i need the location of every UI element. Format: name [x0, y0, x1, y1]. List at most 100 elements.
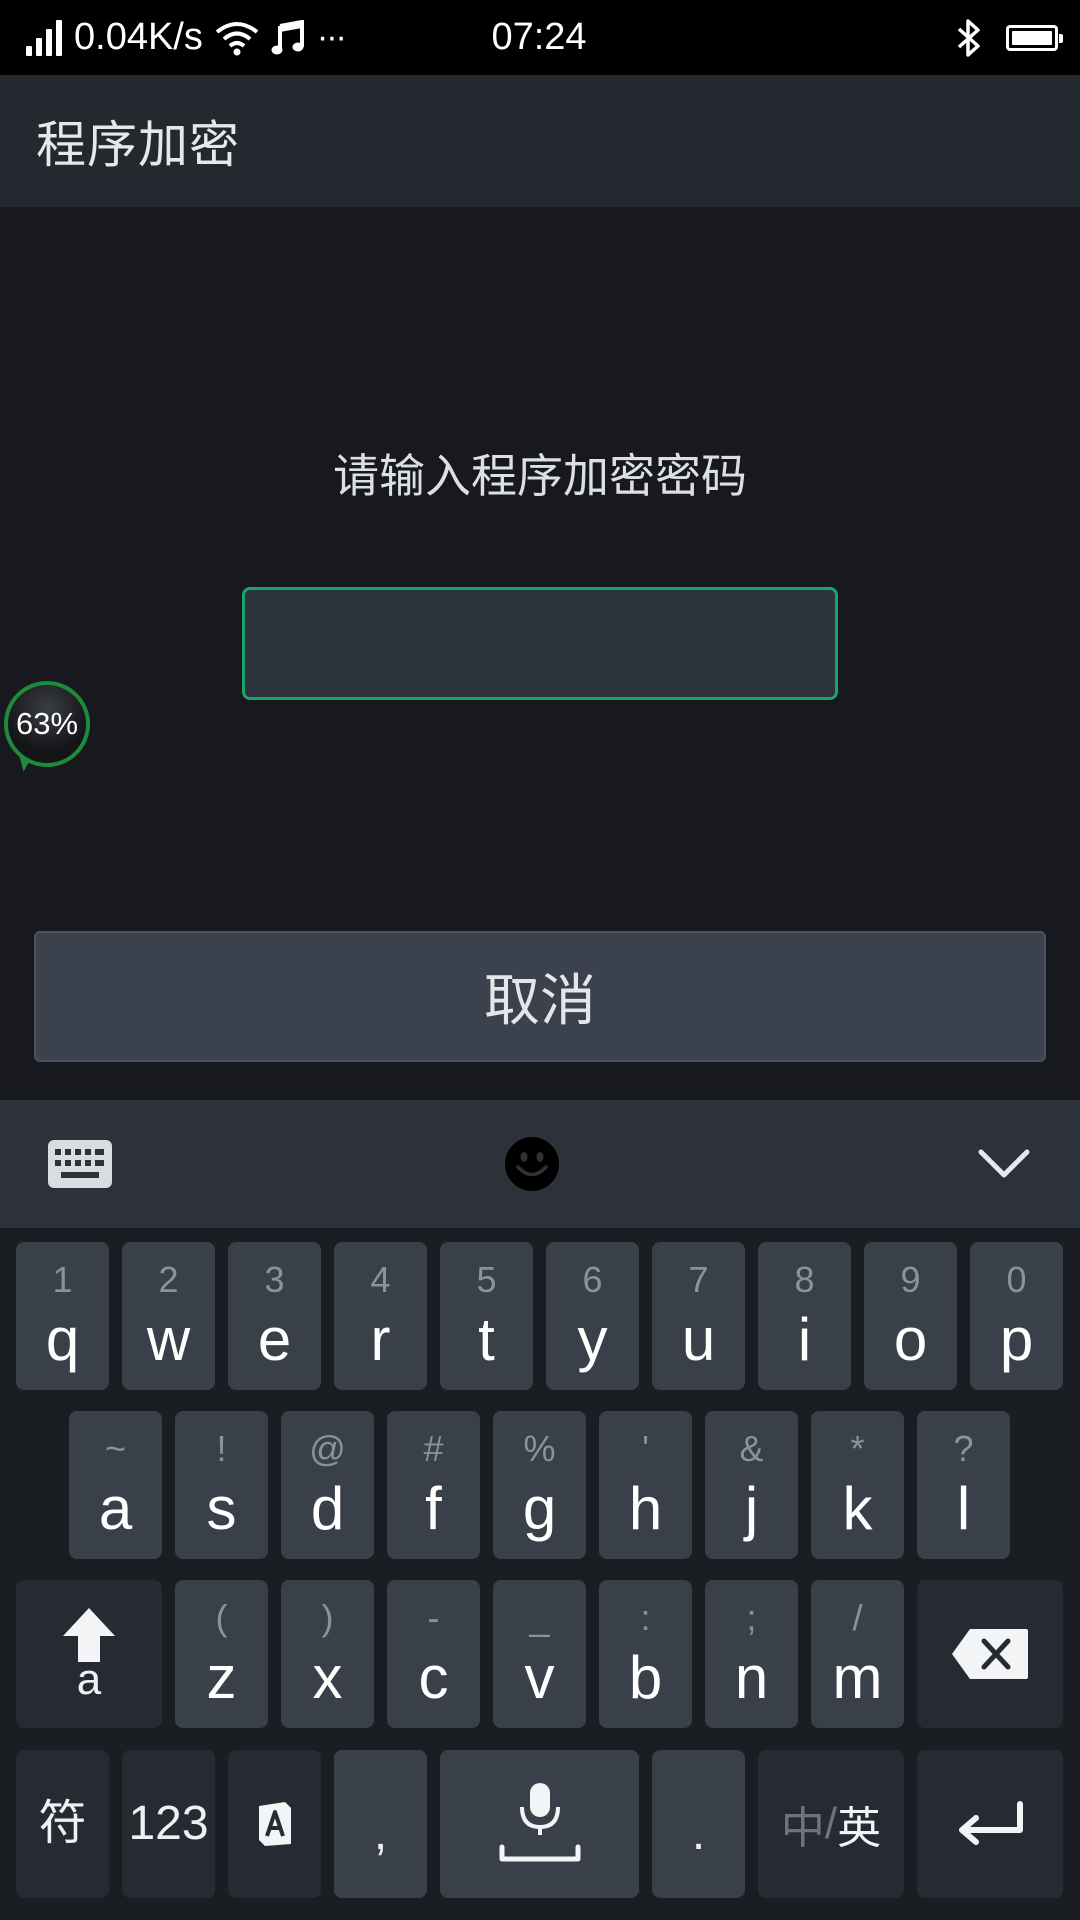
key-hint: &: [739, 1428, 764, 1469]
key-label: o: [893, 1306, 928, 1373]
bluetooth-icon: [957, 18, 980, 57]
key-hint: /: [852, 1597, 863, 1638]
key-label: d: [310, 1475, 345, 1542]
key-hint: 7: [688, 1259, 709, 1300]
key-label: f: [425, 1475, 442, 1542]
key-label: y: [577, 1306, 608, 1373]
key-hint: 9: [900, 1259, 921, 1300]
key-u[interactable]: 7u: [652, 1242, 745, 1390]
language-switch-key[interactable]: 中 / 英: [758, 1750, 904, 1898]
key-hint: *: [850, 1428, 865, 1469]
key-label: h: [628, 1475, 663, 1542]
cancel-button-label: 取消: [484, 969, 596, 1032]
key-hint: @: [309, 1428, 346, 1469]
keyboard-switch-button[interactable]: [44, 1100, 116, 1228]
period-key[interactable]: .: [652, 1750, 745, 1898]
signal-icon: [26, 19, 62, 56]
key-j[interactable]: & j: [705, 1411, 798, 1559]
key-g[interactable]: % g: [493, 1411, 586, 1559]
net-speed: 0.04K/s: [74, 16, 203, 58]
key-r[interactable]: 4r: [334, 1242, 427, 1390]
key-label: c: [418, 1644, 449, 1711]
key-label: t: [478, 1306, 495, 1373]
keyboard-toolbar: [0, 1100, 1080, 1228]
key-s[interactable]: ! s: [175, 1411, 268, 1559]
key-hint: -: [427, 1597, 440, 1638]
more-indicator: ···: [316, 18, 347, 56]
input-method-icon: [258, 1802, 291, 1846]
enter-key[interactable]: [917, 1750, 1063, 1898]
key-k[interactable]: * k: [811, 1411, 904, 1559]
key-y[interactable]: 6y: [546, 1242, 639, 1390]
key-label: i: [797, 1306, 812, 1373]
key-hint: 2: [158, 1259, 179, 1300]
key-label: l: [956, 1475, 971, 1542]
emoji-button[interactable]: [500, 1100, 564, 1228]
key-l[interactable]: ? l: [917, 1411, 1010, 1559]
key-hint: ?: [953, 1428, 974, 1469]
memory-float-ball[interactable]: 63%: [4, 681, 90, 767]
key-t[interactable]: 5t: [440, 1242, 533, 1390]
key-e[interactable]: 3e: [228, 1242, 321, 1390]
key-hint: 1: [52, 1259, 73, 1300]
key-x[interactable]: ) x: [281, 1580, 374, 1728]
key-v[interactable]: _ v: [493, 1580, 586, 1728]
comma-key[interactable]: ,: [334, 1750, 427, 1898]
symbols-key[interactable]: 符: [16, 1750, 109, 1898]
key-hint: !: [216, 1428, 227, 1469]
key-o[interactable]: 9o: [864, 1242, 957, 1390]
keyboard-icon: [48, 1140, 112, 1188]
microphone-icon: [499, 1783, 580, 1862]
key-label: a: [98, 1475, 133, 1542]
clock: 07:24: [491, 16, 587, 58]
key-label: r: [370, 1306, 391, 1373]
key-label: e: [257, 1306, 292, 1373]
key-b[interactable]: :b: [599, 1580, 692, 1728]
key-hint: 5: [476, 1259, 497, 1300]
numbers-key[interactable]: 123: [122, 1750, 215, 1898]
key-p[interactable]: 0p: [970, 1242, 1063, 1390]
memory-percent: 63%: [15, 706, 79, 741]
key-i[interactable]: 8i: [758, 1242, 851, 1390]
key-d[interactable]: @ d: [281, 1411, 374, 1559]
key-z[interactable]: (z: [175, 1580, 268, 1728]
key-hint: ;: [746, 1597, 757, 1638]
shift-key-label: a: [76, 1655, 102, 1704]
key-a[interactable]: ~ a: [69, 1411, 162, 1559]
lang-cn-label: 中: [780, 1804, 825, 1853]
enter-icon: [959, 1801, 1023, 1845]
hide-keyboard-button[interactable]: [972, 1100, 1036, 1228]
shift-key[interactable]: a: [16, 1580, 162, 1728]
key-q[interactable]: 1q: [16, 1242, 109, 1390]
key-m[interactable]: / m: [811, 1580, 904, 1728]
space-voice-key[interactable]: [440, 1750, 639, 1898]
password-input[interactable]: [242, 587, 838, 700]
key-hint: ): [321, 1597, 334, 1638]
input-method-key[interactable]: [228, 1750, 321, 1898]
password-prompt: 请输入程序加密密码: [333, 450, 747, 502]
key-n[interactable]: ; n: [705, 1580, 798, 1728]
numbers-key-label: 123: [128, 1797, 209, 1850]
key-label: p: [999, 1306, 1034, 1373]
key-w[interactable]: 2w: [122, 1242, 215, 1390]
key-label: x: [312, 1644, 343, 1711]
key-hint: ~: [104, 1428, 127, 1469]
key-hint: 6: [582, 1259, 603, 1300]
key-hint: %: [523, 1428, 556, 1469]
key-label: v: [524, 1644, 555, 1711]
key-hint: (: [215, 1597, 228, 1638]
key-h[interactable]: ' h: [599, 1411, 692, 1559]
backspace-key[interactable]: [917, 1580, 1063, 1728]
key-label: j: [744, 1475, 759, 1542]
page-title: 程序加密: [36, 117, 240, 173]
key-hint: #: [423, 1428, 444, 1469]
key-label: b: [628, 1644, 663, 1711]
key-label: s: [206, 1475, 237, 1542]
key-label: g: [522, 1475, 557, 1542]
key-f[interactable]: # f: [387, 1411, 480, 1559]
key-label: q: [45, 1306, 80, 1373]
key-c[interactable]: -c: [387, 1580, 480, 1728]
lang-en-label: 英: [837, 1804, 882, 1853]
cancel-button[interactable]: 取消: [34, 931, 1046, 1062]
key-hint: _: [529, 1597, 550, 1638]
